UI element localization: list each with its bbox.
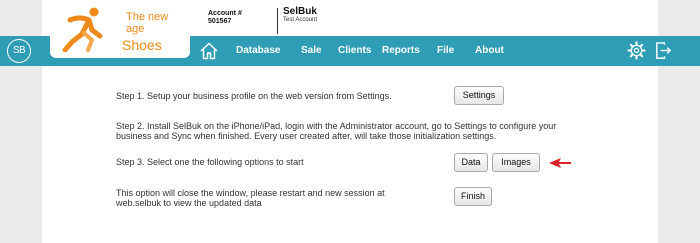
finish-text-line2: web.selbuk to view the updated data xyxy=(116,198,262,208)
nav-about[interactable]: About xyxy=(475,45,504,56)
data-button[interactable]: Data xyxy=(454,153,488,172)
account-number: 501567 xyxy=(208,18,232,25)
finish-text-line1: This option will close the window, pleas… xyxy=(116,188,385,198)
step-3-text: Step 3. Select one the following options… xyxy=(116,157,304,167)
account-label: Account # xyxy=(208,10,242,17)
gear-icon[interactable] xyxy=(627,41,646,60)
nav-file[interactable]: File xyxy=(437,45,454,56)
settings-button[interactable]: Settings xyxy=(454,86,504,105)
step-1-text: Step 1. Setup your business profile on t… xyxy=(116,91,392,101)
finish-button[interactable]: Finish xyxy=(454,187,492,206)
exit-icon[interactable] xyxy=(654,41,673,60)
home-icon[interactable] xyxy=(199,41,219,61)
step-2-text-line2: business and Sync when finished. Every u… xyxy=(116,131,497,141)
nav-clients[interactable]: Clients xyxy=(338,45,371,56)
header-divider xyxy=(277,8,278,34)
runner-logo-icon xyxy=(62,7,103,52)
app-logo[interactable]: SB xyxy=(7,39,31,63)
nav-sale[interactable]: Sale xyxy=(301,45,322,56)
company-subtitle: Test Account xyxy=(283,17,318,23)
company-name: SelBuk xyxy=(283,6,317,17)
brand-tagline: The new age xyxy=(126,11,169,35)
nav-database[interactable]: Database xyxy=(236,45,280,56)
brand-name: Shoes xyxy=(122,37,162,53)
nav-reports[interactable]: Reports xyxy=(382,45,420,56)
step-2-text-line1: Step 2. Install SelBuk on the iPhone/iPa… xyxy=(116,121,557,131)
arrow-pointer-icon xyxy=(549,158,571,168)
top-header: The new age Shoes Account # 501567 SelBu… xyxy=(0,0,700,58)
brand-logo[interactable]: The new age Shoes xyxy=(50,0,190,58)
images-button[interactable]: Images xyxy=(492,153,540,172)
